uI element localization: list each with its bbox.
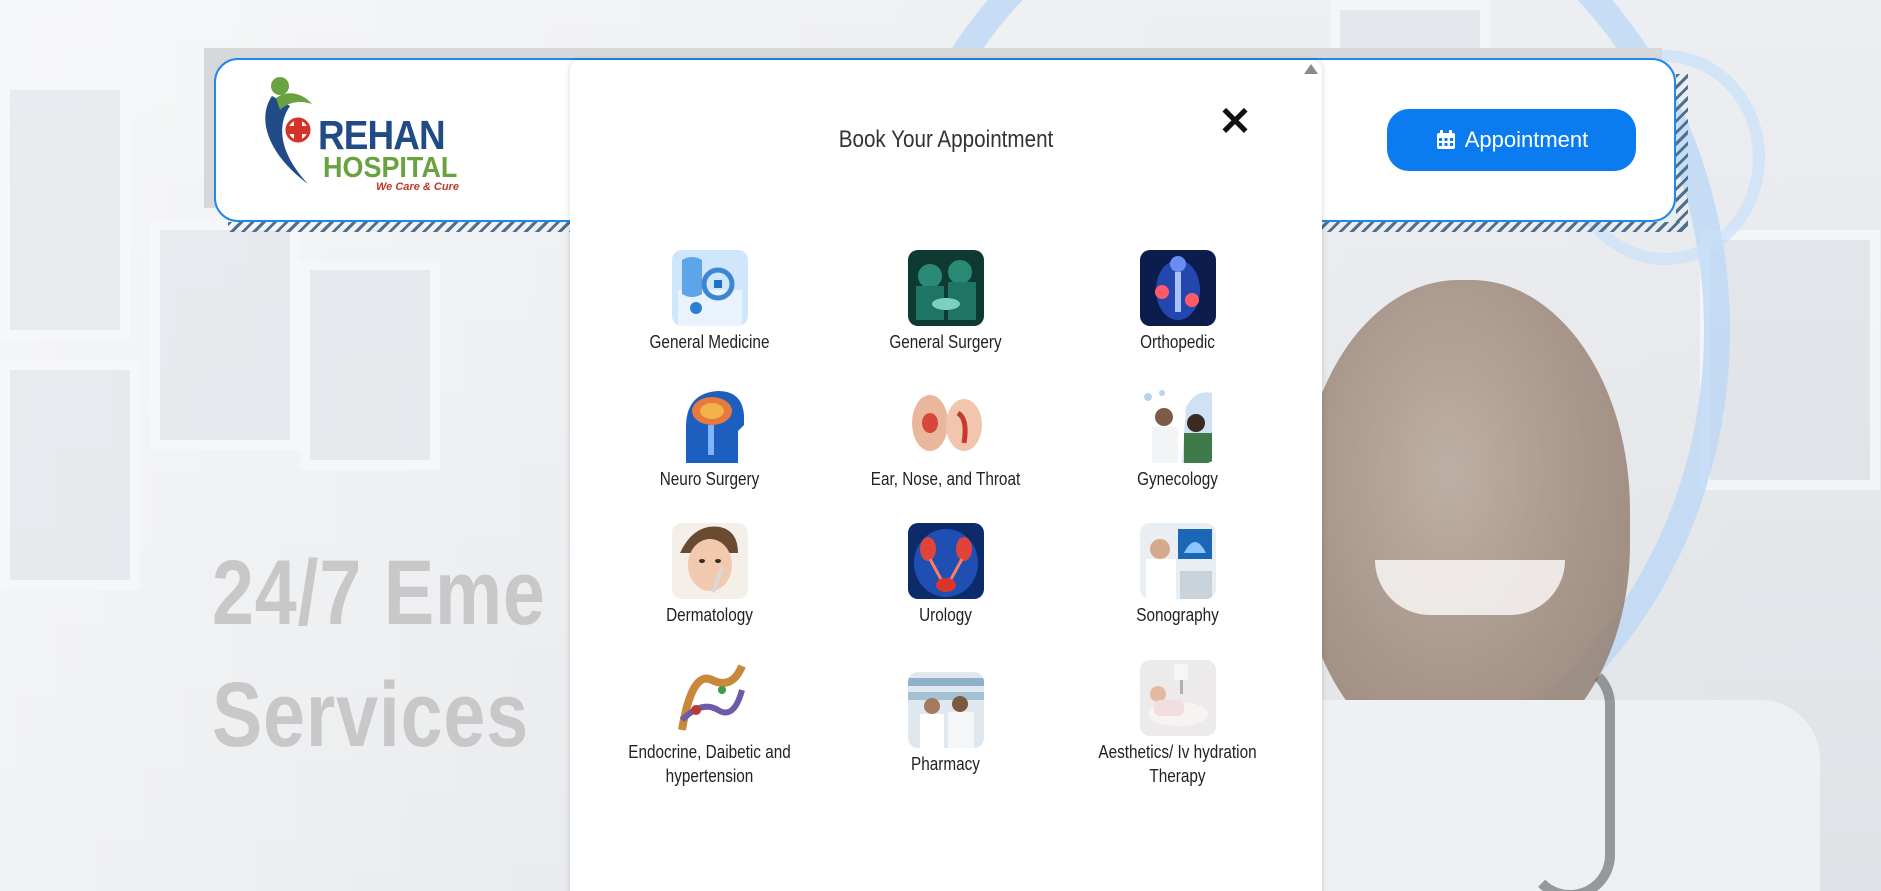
neuro-surgery-icon [671,387,748,463]
calendar-icon [1436,130,1455,149]
department-label: Sonography [1136,605,1219,625]
gynecology-icon [1139,387,1216,463]
department-orthopedic[interactable]: Orthopedic [1062,250,1293,354]
general-medicine-icon [671,250,748,326]
ent-icon [907,387,984,463]
hospital-logo[interactable]: REHAN HOSPITAL We Care & Cure [250,76,470,196]
department-label: Ear, Nose, and Throat [870,469,1021,489]
department-urology[interactable]: Urology [830,523,1061,627]
department-general-surgery[interactable]: General Surgery [830,250,1061,354]
hero-heading: 24/7 Eme Services [212,532,546,776]
department-label: Endocrine, Daibetic and hypertension [628,742,791,786]
department-label: Pharmacy [911,754,980,774]
logo-tagline: We Care & Cure [376,181,459,193]
department-label: Dermatology [666,605,753,625]
department-label: Orthopedic [1140,332,1215,352]
dermatology-icon [671,523,748,599]
hero-heading-line1: 24/7 Eme [212,542,546,644]
header-hatch-decoration-right [1676,74,1688,232]
background-window-pane [0,80,130,340]
department-neuro-surgery[interactable]: Neuro Surgery [594,387,825,491]
department-label: Gynecology [1137,469,1218,489]
orthopedic-icon [1139,250,1216,326]
sonography-icon [1139,523,1216,599]
department-label: Aesthetics/ Iv hydration Therapy [1098,742,1257,786]
department-dermatology[interactable]: Dermatology [594,523,825,627]
department-aesthetics[interactable]: Aesthetics/ Iv hydration Therapy [1062,660,1293,788]
pharmacy-icon [907,672,984,748]
department-sonography[interactable]: Sonography [1062,523,1293,627]
department-ent[interactable]: Ear, Nose, and Throat [830,387,1061,491]
department-endocrine[interactable]: Endocrine, Daibetic and hypertension [594,660,825,788]
background-window-pane [300,260,440,470]
department-general-medicine[interactable]: General Medicine [594,250,825,354]
department-label: Neuro Surgery [659,469,760,489]
department-label: General Surgery [889,332,1002,352]
modal-title: Book Your Appointment [838,126,1054,153]
department-gynecology[interactable]: Gynecology [1062,387,1293,491]
close-icon[interactable]: ✕ [1215,102,1255,142]
general-surgery-icon [907,250,984,326]
endocrine-icon [671,660,748,736]
doctor-photo-smile [1375,560,1565,615]
aesthetics-icon [1139,660,1216,736]
appointment-button-label: Appointment [1464,127,1589,152]
hero-heading-line2: Services [212,664,529,766]
appointment-button[interactable]: Appointment [1387,109,1636,171]
stethoscope-icon [1525,660,1615,891]
background-window-pane [150,220,300,450]
department-label: General Medicine [649,332,770,352]
department-pharmacy[interactable]: Pharmacy [830,672,1061,776]
department-label: Urology [919,605,972,625]
urology-icon [907,523,984,599]
appointment-modal: Book Your Appointment ✕ General Medicine [570,60,1322,891]
modal-scrollbar-up-arrow[interactable] [1304,64,1318,74]
background-window-pane [0,360,140,590]
